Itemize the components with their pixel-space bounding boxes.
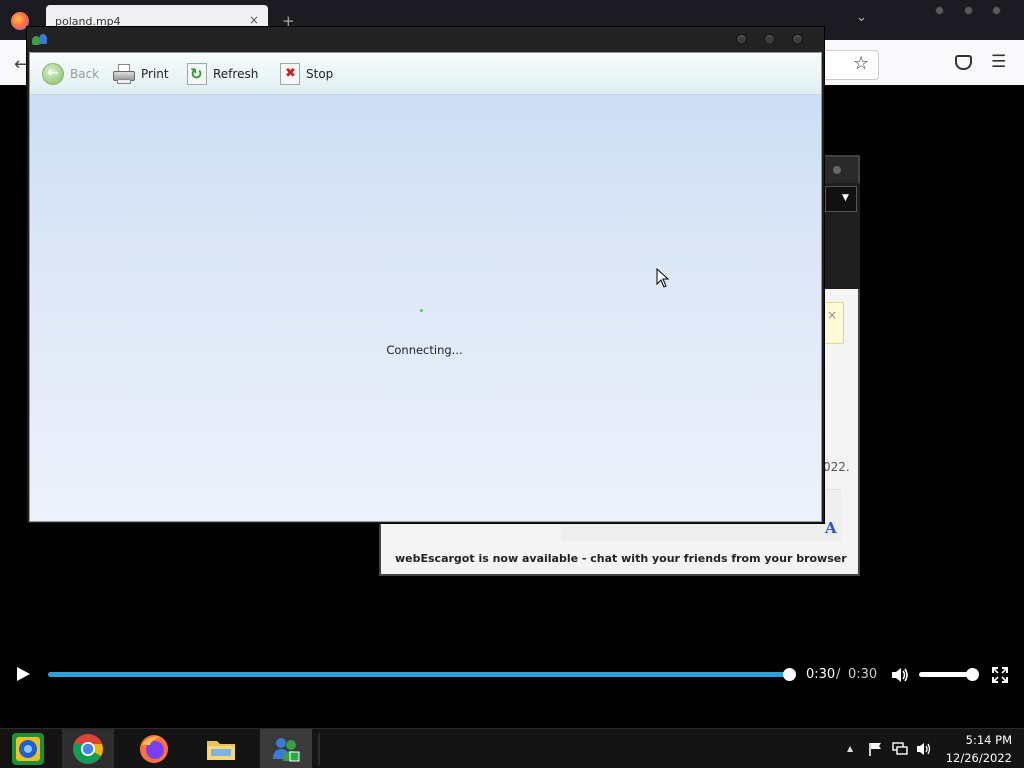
video-progress-fill <box>48 672 790 677</box>
stop-button[interactable]: ✖ Stop <box>280 61 333 87</box>
refresh-icon: ↻ <box>187 63 207 85</box>
back-label: Back <box>70 67 100 81</box>
volume-slider[interactable] <box>919 672 973 677</box>
clock-date[interactable]: 12/26/2022 <box>930 751 1012 765</box>
time-separator: / <box>836 667 841 682</box>
print-label: Print <box>141 67 169 81</box>
url-bar[interactable] <box>823 50 879 80</box>
chrome-taskbar-button[interactable] <box>62 729 114 768</box>
close-icon[interactable] <box>992 6 1001 15</box>
notice-bar: × <box>824 302 844 344</box>
start-icon <box>12 733 44 765</box>
chrome-icon <box>72 733 104 765</box>
fullscreen-icon[interactable] <box>992 667 1008 683</box>
firefox-icon <box>138 733 170 765</box>
refresh-button[interactable]: ↻ Refresh <box>187 61 258 87</box>
window-titlebar[interactable] <box>27 27 824 52</box>
video-progress-bar[interactable] <box>48 672 790 677</box>
tab-close-icon[interactable]: × <box>249 13 259 27</box>
play-icon[interactable] <box>17 667 30 681</box>
window-maximize-icon[interactable] <box>764 34 775 45</box>
font-button[interactable]: A <box>825 519 837 537</box>
stop-label: Stop <box>306 67 334 81</box>
network-icon[interactable] <box>892 741 908 755</box>
folder-icon <box>205 733 237 765</box>
tray-overflow-icon[interactable]: ▲ <box>847 744 853 753</box>
hamburger-menu-icon[interactable]: ☰ <box>991 52 1006 72</box>
printer-icon <box>113 64 135 84</box>
date-fragment: 022. <box>823 460 850 474</box>
start-button[interactable] <box>2 729 54 768</box>
msn-buddies-icon <box>32 32 48 46</box>
msn-icon <box>270 733 302 765</box>
msn-taskbar-button[interactable] <box>260 729 312 768</box>
maximize-icon[interactable] <box>964 6 973 15</box>
tab-list-chevron-icon[interactable]: ⌄ <box>856 10 867 25</box>
connection-status: Connecting... <box>30 343 823 357</box>
taskbar-separator <box>318 733 320 765</box>
msn-web-window: ← Back Print ↻ Refresh ✖ Stop Connecting… <box>26 26 825 524</box>
web-toolbar: ← Back Print ↻ Refresh ✖ Stop <box>30 53 821 95</box>
stop-icon: ✖ <box>280 63 300 85</box>
dropdown-caret-icon: ▼ <box>842 193 849 203</box>
back-arrow-icon: ← <box>42 63 64 85</box>
current-time: 0:30 <box>806 667 836 682</box>
window-close-icon[interactable] <box>792 34 803 45</box>
duration: 0:30 <box>848 667 878 682</box>
file-explorer-taskbar-button[interactable] <box>195 729 247 768</box>
status-label: Connecting... <box>386 343 463 357</box>
volume-knob[interactable] <box>966 668 979 681</box>
firefox-taskbar-button[interactable] <box>128 729 180 768</box>
video-progress-knob[interactable] <box>783 668 796 681</box>
back-button[interactable]: ← Back <box>42 61 99 87</box>
status-dropdown[interactable]: ▼ <box>825 186 857 212</box>
bookmark-star-icon[interactable]: ☆ <box>853 53 869 74</box>
refresh-label: Refresh <box>213 67 259 81</box>
print-button[interactable]: Print <box>113 61 169 87</box>
pocket-icon[interactable] <box>955 55 972 70</box>
flag-icon[interactable] <box>868 741 884 756</box>
minimize-icon[interactable] <box>935 6 944 15</box>
volume-icon[interactable] <box>891 667 909 683</box>
window-content: ← Back Print ↻ Refresh ✖ Stop Connecting… <box>29 52 822 522</box>
clock-time[interactable]: 5:14 PM <box>940 733 1012 747</box>
footer-notice[interactable]: webEscargot is now available - chat with… <box>395 552 847 565</box>
window-minimize-icon[interactable] <box>736 34 747 45</box>
window-control-icon[interactable] <box>833 166 841 174</box>
notice-close-icon[interactable]: × <box>827 308 837 322</box>
loading-spinner-icon <box>420 309 423 312</box>
